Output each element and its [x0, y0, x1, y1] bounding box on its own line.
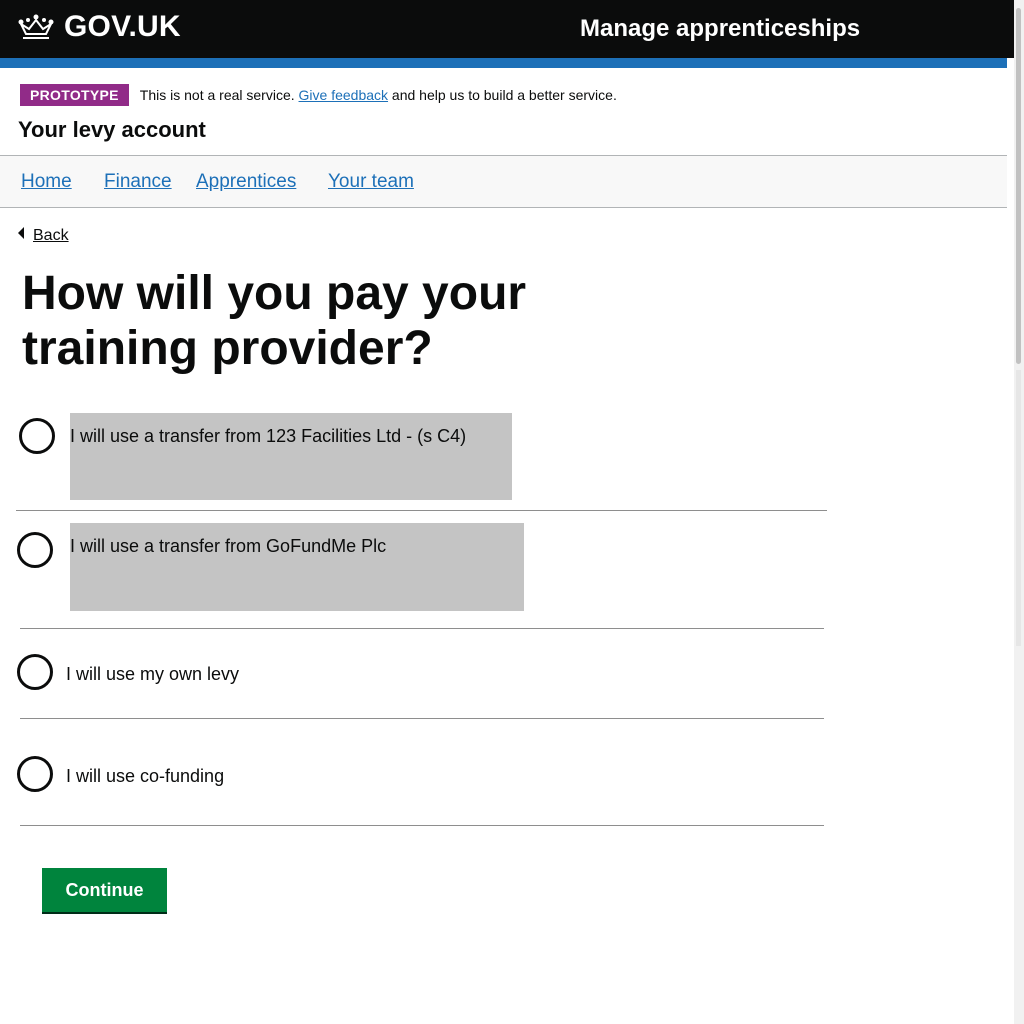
give-feedback-link[interactable]: Give feedback	[299, 87, 389, 103]
continue-button[interactable]: Continue	[42, 868, 167, 912]
option-divider	[20, 628, 824, 629]
phase-text-before: This is not a real service.	[139, 87, 295, 103]
back-link[interactable]: Back	[18, 227, 69, 245]
nav-item-your-team[interactable]: Your team	[328, 171, 414, 193]
account-title: Your levy account	[18, 117, 206, 142]
nav-item-apprentices[interactable]: Apprentices	[196, 171, 296, 193]
phase-banner-text: This is not a real service. Give feedbac…	[140, 87, 617, 103]
option-label-transfer-123-facilities[interactable]: I will use a transfer from 123 Facilitie…	[70, 426, 466, 447]
crown-icon	[18, 14, 54, 39]
service-name[interactable]: Manage apprenticeships	[580, 15, 860, 43]
back-arrow-icon	[18, 227, 24, 239]
radio-transfer-123-facilities[interactable]	[19, 418, 55, 454]
page-title: How will you pay your training provider?	[22, 267, 527, 375]
scrollbar-track	[1016, 370, 1021, 646]
sub-navigation: Home Finance Apprentices Your team	[0, 155, 1007, 208]
radio-co-funding[interactable]	[17, 756, 53, 792]
nav-item-home[interactable]: Home	[21, 171, 72, 193]
radio-transfer-gofundme[interactable]	[17, 532, 53, 568]
option-divider	[20, 718, 824, 719]
nav-item-finance[interactable]: Finance	[104, 171, 172, 193]
option-divider	[16, 510, 827, 511]
scrollbar[interactable]	[1014, 0, 1024, 1024]
govuk-header: GOV.UK Manage apprenticeships	[0, 0, 1014, 58]
option-label-own-levy[interactable]: I will use my own levy	[66, 664, 239, 685]
back-link-label: Back	[33, 227, 69, 244]
header-stripe	[0, 58, 1007, 68]
govuk-logo-text[interactable]: GOV.UK	[64, 10, 181, 44]
phase-banner: PROTOTYPE This is not a real service. Gi…	[20, 84, 617, 106]
radio-own-levy[interactable]	[17, 654, 53, 690]
option-label-co-funding[interactable]: I will use co-funding	[66, 766, 224, 787]
scrollbar-thumb[interactable]	[1016, 8, 1021, 364]
prototype-tag: PROTOTYPE	[20, 84, 129, 106]
option-label-transfer-gofundme[interactable]: I will use a transfer from GoFundMe Plc	[70, 536, 386, 557]
option-divider	[20, 825, 824, 826]
phase-text-after: and help us to build a better service.	[391, 87, 617, 103]
